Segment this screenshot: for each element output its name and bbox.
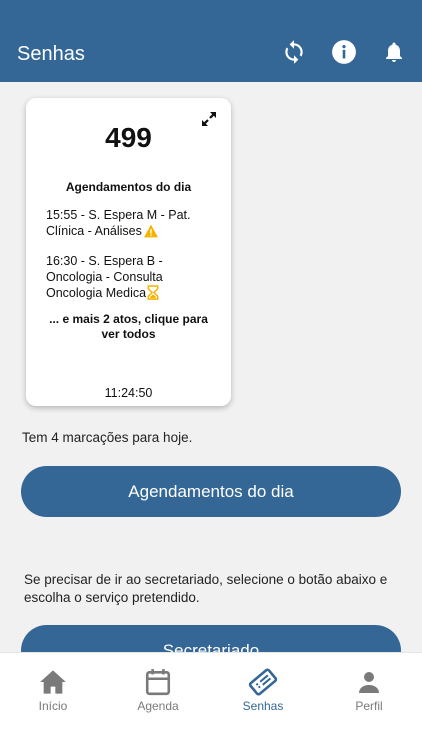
info-icon[interactable]: [330, 38, 358, 66]
agendamentos-button[interactable]: Agendamentos do dia: [21, 466, 401, 517]
nav-item-perfil[interactable]: Perfil: [329, 667, 409, 713]
home-icon: [13, 667, 93, 697]
ticket-time: 11:24:50: [104, 386, 153, 400]
ticket-subtitle: Agendamentos do dia: [65, 180, 192, 194]
refresh-icon[interactable]: [280, 38, 308, 66]
nav-label: Perfil: [355, 699, 383, 713]
page-title: Senhas: [17, 43, 85, 65]
nav-label: Início: [38, 699, 68, 713]
bottom-nav: Início Agenda Senhas Perfil: [0, 652, 422, 750]
secretariado-button[interactable]: Secretariado: [21, 625, 401, 652]
warning-icon: [143, 224, 159, 243]
appointment-text: 15:55 - S. Espera M - Pat. Clínica - Aná…: [46, 208, 191, 238]
content-area: 499 Agendamentos do dia 15:55 - S. Esper…: [0, 82, 422, 652]
nav-label: Senhas: [242, 699, 284, 713]
more-appointments-link[interactable]: ... e mais 2 atos, clique para ver todos: [40, 312, 217, 342]
app-bar: Senhas: [0, 0, 422, 82]
appointments-list: 15:55 - S. Espera M - Pat. Clínica - Aná…: [46, 208, 216, 317]
list-item: 15:55 - S. Espera M - Pat. Clínica - Aná…: [46, 208, 216, 242]
nav-item-senhas[interactable]: Senhas: [223, 667, 303, 713]
bell-icon[interactable]: [380, 38, 408, 66]
list-item: 16:30 - S. Espera B - Oncologia - Consul…: [46, 254, 216, 305]
appointments-count: Tem 4 marcações para hoje.: [22, 430, 193, 445]
person-icon: [329, 667, 409, 697]
ticket-number: 499: [105, 122, 152, 153]
appointment-text: 16:30 - S. Espera B - Oncologia - Consul…: [46, 254, 163, 300]
ticket-card[interactable]: 499 Agendamentos do dia 15:55 - S. Esper…: [26, 98, 231, 406]
hourglass-icon: [147, 285, 159, 305]
nav-label: Agenda: [137, 699, 179, 713]
nav-item-agenda[interactable]: Agenda: [118, 667, 198, 713]
appbar-actions: [280, 38, 408, 66]
help-text: Se precisar de ir ao secretariado, selec…: [24, 572, 388, 605]
nav-item-inicio[interactable]: Início: [13, 667, 93, 713]
calendar-icon: [118, 667, 198, 697]
ticket-icon: [223, 667, 303, 697]
